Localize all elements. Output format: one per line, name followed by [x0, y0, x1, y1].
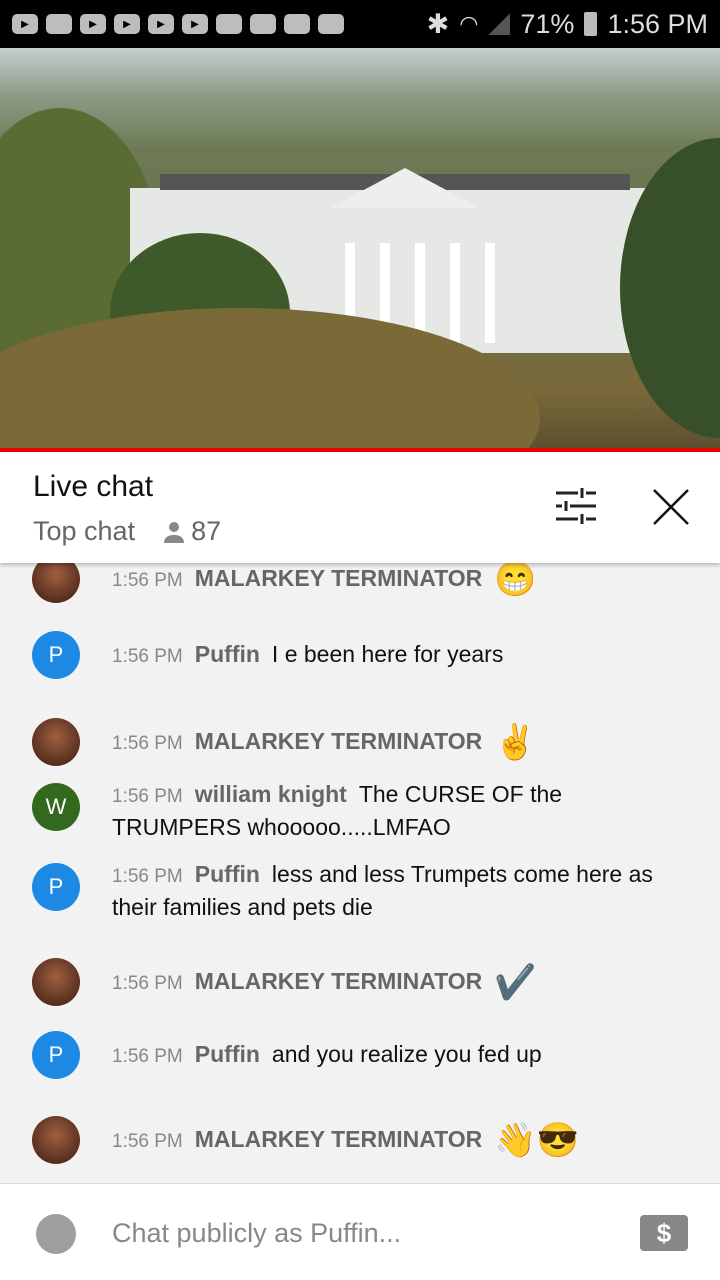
chat-mode-selector[interactable]: Top chat 87: [33, 516, 221, 547]
youtube-icon: ▶: [12, 14, 38, 34]
avatar[interactable]: [32, 563, 80, 603]
chat-input-bar: Chat publicly as Puffin... $: [0, 1183, 720, 1280]
message-time: 1:56 PM: [112, 866, 183, 887]
message-body: 1:56 PM william knight The CURSE OF the TR…: [112, 779, 680, 844]
wifi-icon: ◠: [459, 11, 479, 36]
message-text: I e been here for years: [271, 641, 504, 667]
message-time: 1:56 PM: [112, 973, 183, 994]
person-icon: [164, 521, 185, 543]
chat-input[interactable]: Chat publicly as Puffin...: [112, 1218, 401, 1249]
youtube-icon: ▶: [148, 14, 174, 34]
avatar[interactable]: [32, 718, 80, 766]
filter-settings-icon[interactable]: [556, 488, 596, 524]
message-time: 1:56 PM: [112, 570, 183, 591]
youtube-icon: ▶: [182, 14, 208, 34]
youtube-icon: ▶: [114, 14, 140, 34]
close-icon[interactable]: [652, 488, 690, 526]
message-body: 1:56 PM MALARKEY TERMINATOR ✔️: [112, 963, 680, 1002]
clock: 1:56 PM: [607, 8, 708, 39]
message-emoji: 👋😎: [494, 1121, 579, 1160]
message-body: 1:56 PM Puffin less and less Trumpets come…: [112, 859, 680, 924]
signal-icon: [488, 13, 511, 35]
message-author[interactable]: MALARKEY TERMINATOR: [195, 565, 483, 591]
message-author[interactable]: MALARKEY TERMINATOR: [195, 728, 483, 754]
message-emoji: ✌️: [494, 723, 537, 762]
super-chat-icon[interactable]: $: [640, 1215, 688, 1251]
battery-icon: [584, 12, 598, 36]
battery-level: 71%: [520, 8, 575, 39]
emoji-icon[interactable]: [36, 1214, 76, 1254]
chat-message-list[interactable]: 1:56 PM MALARKEY TERMINATOR 😁 P 1:56 PM Puffi…: [0, 563, 720, 1183]
message-text: and you realize you fed up: [271, 1041, 542, 1067]
message-time: 1:56 PM: [112, 733, 183, 754]
video-player[interactable]: [0, 48, 720, 448]
avatar[interactable]: [32, 1116, 80, 1164]
bluetooth-icon: ✱: [426, 8, 450, 39]
message-body: 1:56 PM MALARKEY TERMINATOR 👋😎: [112, 1121, 680, 1160]
message-author[interactable]: MALARKEY TERMINATOR: [195, 1126, 483, 1152]
chat-title: Live chat: [33, 470, 154, 503]
message-time: 1:56 PM: [112, 1046, 183, 1067]
message-author[interactable]: Puffin: [195, 641, 260, 667]
message-time: 1:56 PM: [112, 1131, 183, 1152]
viewer-count: 87: [191, 516, 222, 546]
status-bar: ▶ ▶ ▶ ▶ ▶ ✱ ◠ 71% 1:56 PM: [0, 0, 720, 48]
message-body: 1:56 PM Puffin and you realize you fed up: [112, 1039, 680, 1072]
message-author[interactable]: MALARKEY TERMINATOR: [195, 968, 483, 994]
message-author[interactable]: Puffin: [195, 861, 260, 887]
message-emoji: ✔️: [494, 963, 537, 1002]
message-emoji: 😁: [494, 563, 537, 599]
message-author[interactable]: Puffin: [195, 1041, 260, 1067]
avatar[interactable]: P: [32, 863, 80, 911]
crown-icon: [46, 14, 72, 34]
message-time: 1:56 PM: [112, 646, 183, 667]
youtube-icon: ▶: [80, 14, 106, 34]
avatar[interactable]: P: [32, 631, 80, 679]
folder-icon: [216, 14, 242, 34]
avatar[interactable]: P: [32, 1031, 80, 1079]
avatar[interactable]: W: [32, 783, 80, 831]
chat-header: Live chat Top chat 87: [0, 452, 720, 563]
message-author[interactable]: william knight: [195, 781, 347, 807]
message-body: 1:56 PM MALARKEY TERMINATOR ✌️: [112, 723, 680, 762]
avatar[interactable]: [32, 958, 80, 1006]
message-text: less and less Trumpets come here as thei…: [112, 861, 653, 920]
shopping-bag-icon: [318, 14, 344, 34]
message-body: 1:56 PM Puffin I e been here for years: [112, 639, 680, 672]
message-body: 1:56 PM MALARKEY TERMINATOR 😁: [112, 563, 680, 596]
image-icon: [284, 14, 310, 34]
chat-mode: Top chat: [33, 516, 136, 546]
message-time: 1:56 PM: [112, 786, 183, 807]
warning-icon: [250, 14, 276, 34]
